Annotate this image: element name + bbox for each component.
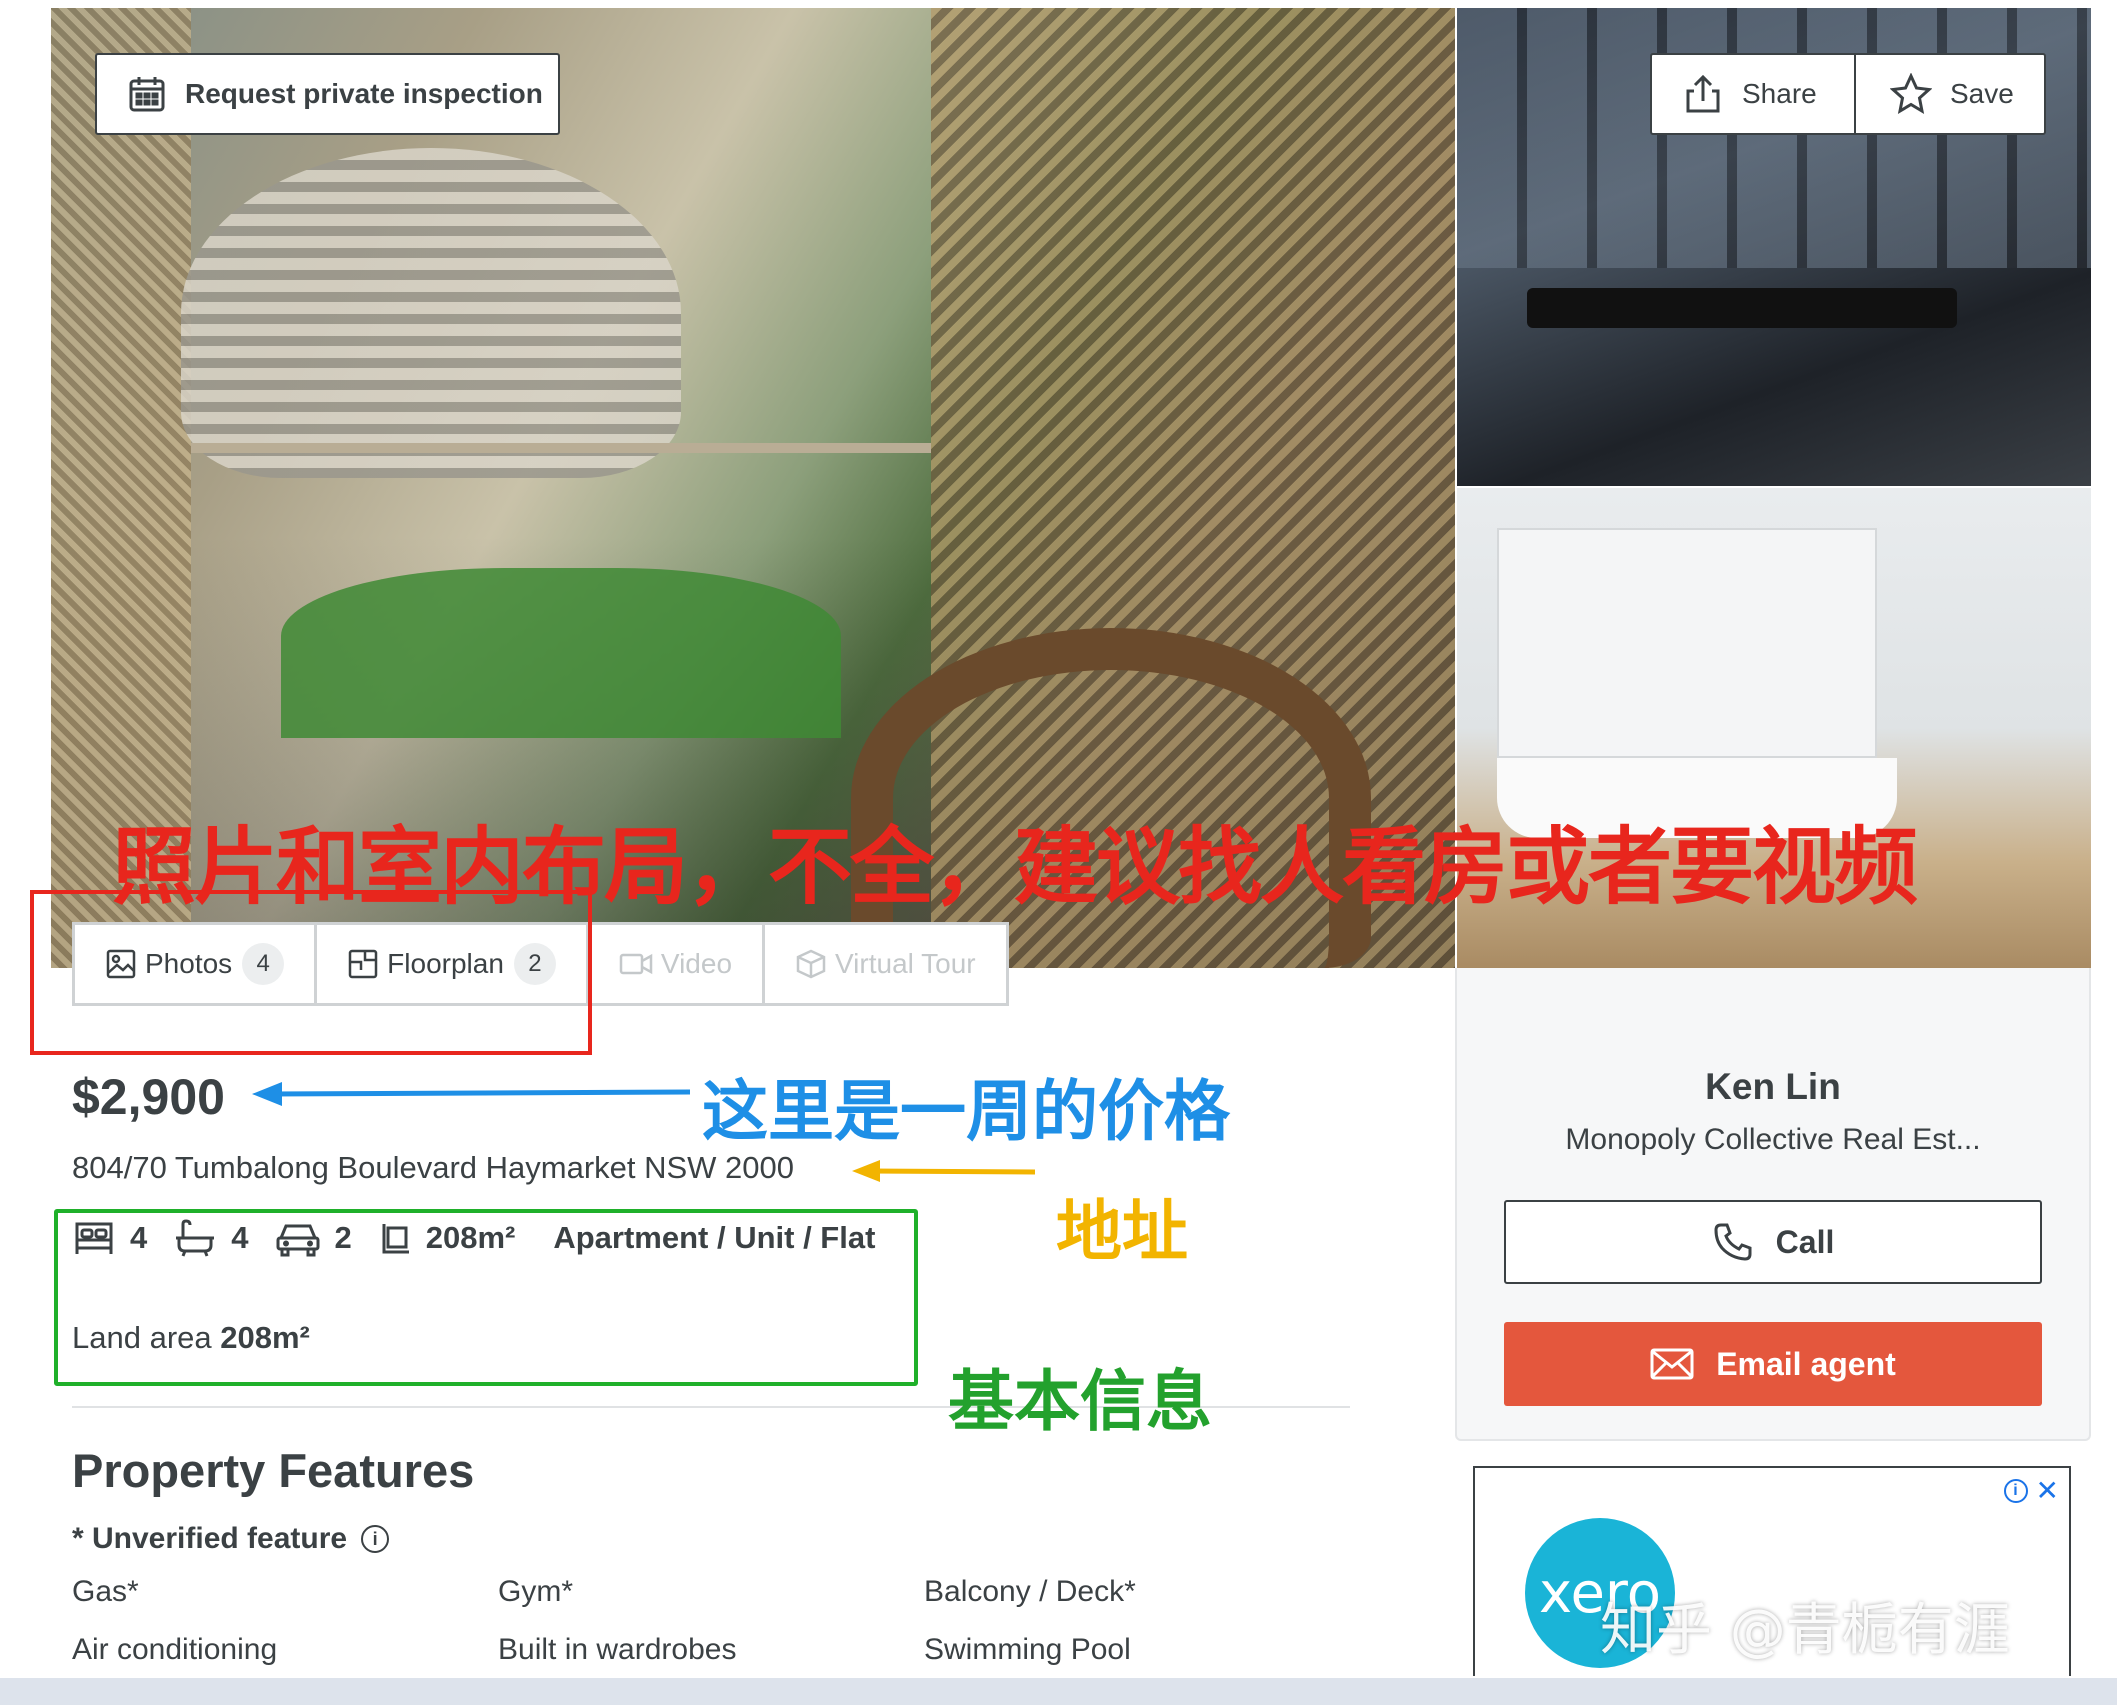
annotation-green-box [54,1209,918,1386]
thumb-table [1527,288,1957,328]
tab-virtual-tour-label: Virtual Tour [835,948,976,979]
ad-close-icon[interactable]: ✕ [2036,1474,2059,1507]
tab-video: Video [589,925,766,1003]
save-label: Save [1950,78,2014,109]
phone-icon [1714,1223,1752,1261]
annotation-red-text: 照片和室内布局，不全，建议找人看房或者要视频 [112,818,1918,916]
call-label: Call [1775,1223,1835,1260]
tab-virtual-tour: Virtual Tour [765,925,1006,1003]
photo-railing [191,443,931,453]
photo-lawn [281,568,841,738]
annotation-green-text: 基本信息 [948,1363,1212,1440]
photo-tower [181,148,681,478]
envelope-icon [1650,1348,1694,1380]
ad-controls: i ✕ [2003,1474,2059,1507]
email-agent-button[interactable]: Email agent [1504,1322,2042,1406]
thumb-windows [1457,8,2091,268]
annotation-yellow-text: 地址 [1056,1193,1188,1270]
info-icon[interactable]: i [361,1525,390,1553]
agent-agency[interactable]: Monopoly Collective Real Est... [1457,1123,2089,1157]
call-button[interactable]: Call [1504,1200,2042,1284]
agent-name[interactable]: Ken Lin [1457,1066,2089,1108]
save-button[interactable]: Save [1854,53,2046,135]
annotation-blue-text: 这里是一周的价格 [702,1073,1230,1150]
star-icon [1890,73,1932,114]
feature-item: Built in wardrobes [498,1633,737,1666]
cube-icon [796,949,826,979]
features-list: Gas* Gym* Balcony / Deck* Air conditioni… [72,1575,1372,1667]
agent-card: Ken Lin Monopoly Collective Real Est... … [1455,968,2091,1441]
listing-price: $2,900 [72,1069,225,1125]
feature-item: Gym* [498,1575,573,1608]
yellow-arrow [852,1160,1036,1182]
share-button[interactable]: Share [1650,53,1855,135]
bottom-bar [0,1678,2117,1705]
unverified-label: * Unverified feature [72,1522,348,1555]
feature-item: Air conditioning [72,1633,278,1666]
thumb-mirror [1497,528,1877,758]
tab-video-label: Video [660,948,733,979]
blue-arrow [252,1082,691,1106]
request-inspection-label: Request private inspection [185,78,543,109]
feature-item: Balcony / Deck* [924,1575,1136,1608]
share-label: Share [1742,78,1817,109]
video-icon [619,953,653,975]
ad-info-icon[interactable]: i [2003,1478,2028,1503]
email-agent-label: Email agent [1716,1345,1896,1382]
unverified-feature-note: * Unverified feature i [72,1522,390,1556]
property-features-title: Property Features [72,1444,475,1497]
calendar-icon [129,77,165,112]
listing-address: 804/70 Tumbalong Boulevard Haymarket NSW… [72,1150,795,1185]
share-icon [1686,74,1720,113]
feature-item: Gas* [72,1575,139,1608]
feature-item: Swimming Pool [924,1633,1131,1666]
request-inspection-button[interactable]: Request private inspection [95,53,560,135]
watermark: 知乎 @青栀有涯 [1600,1598,2010,1663]
